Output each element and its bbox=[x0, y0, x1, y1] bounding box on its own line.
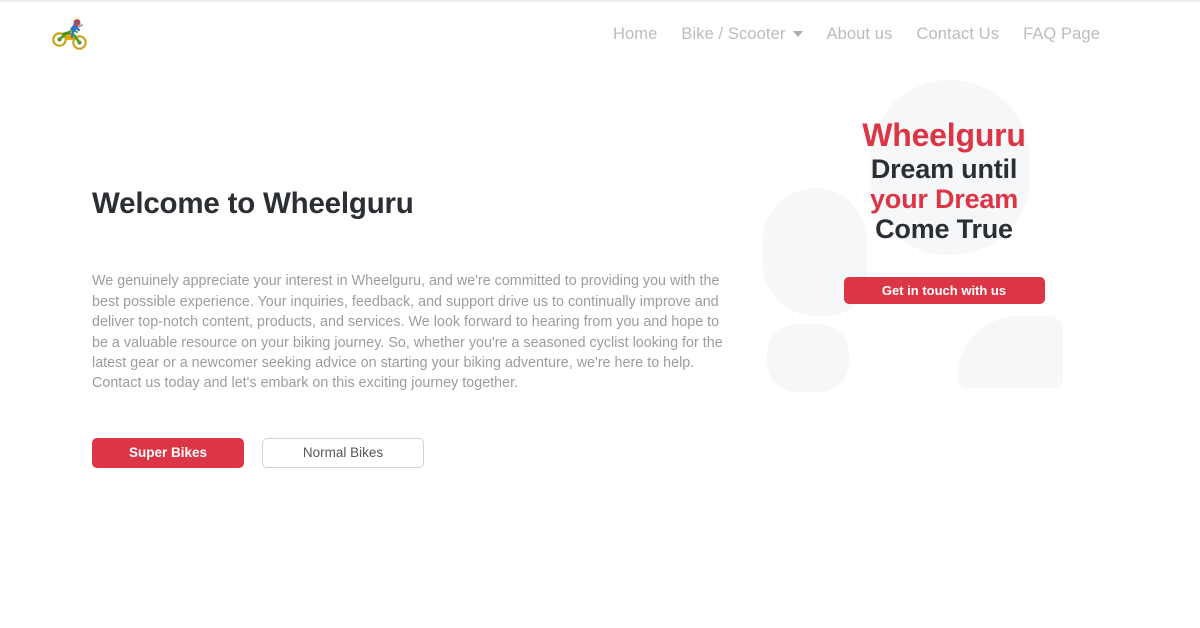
motorbike-rider-icon bbox=[50, 14, 90, 54]
nav-item-contact-us[interactable]: Contact Us bbox=[904, 21, 1011, 48]
hero-section: Welcome to Wheelguru We genuinely apprec… bbox=[0, 66, 1200, 468]
nav-item-about-us-label: About us bbox=[826, 24, 893, 43]
page-title: Welcome to Wheelguru bbox=[92, 187, 414, 220]
site-header: Home Bike / Scooter About us Contact Us … bbox=[0, 2, 1200, 66]
hero-banner: Wheelguru Dream until your Dream Come Tr… bbox=[760, 66, 1200, 466]
banner-line-four: Come True bbox=[875, 214, 1013, 245]
chevron-down-icon bbox=[792, 31, 803, 37]
nav-item-home[interactable]: Home bbox=[601, 21, 669, 48]
brand-logo-link[interactable] bbox=[50, 14, 90, 54]
nav-item-about-us[interactable]: About us bbox=[815, 21, 905, 48]
nav-item-bike-scooter[interactable]: Bike / Scooter bbox=[669, 21, 814, 48]
get-in-touch-button[interactable]: Get in touch with us bbox=[843, 276, 1045, 304]
page-root: Home Bike / Scooter About us Contact Us … bbox=[0, 0, 1200, 628]
nav-item-home-label: Home bbox=[612, 24, 658, 43]
hero-left-column: Welcome to Wheelguru We genuinely apprec… bbox=[0, 66, 760, 468]
banner-cta-wrapper: Get in touch with us bbox=[810, 276, 1078, 304]
banner-headline: Wheelguru Dream until your Dream Come Tr… bbox=[810, 117, 1078, 245]
main-nav: Home Bike / Scooter About us Contact Us … bbox=[601, 21, 1112, 48]
banner-brand-line: Wheelguru bbox=[862, 117, 1026, 153]
nav-item-bike-scooter-label: Bike / Scooter bbox=[681, 24, 786, 43]
nav-item-contact-us-label: Contact Us bbox=[916, 24, 1000, 43]
decorative-blob-bottom-left bbox=[767, 324, 849, 392]
banner-line-three: your Dream bbox=[869, 184, 1019, 215]
super-bikes-button[interactable]: Super Bikes bbox=[92, 437, 244, 468]
hero-paragraph: We genuinely appreciate your interest in… bbox=[92, 273, 723, 392]
hero-button-group: Super Bikes Normal Bikes bbox=[92, 437, 760, 468]
nav-item-faq-page-label: FAQ Page bbox=[1023, 24, 1100, 43]
banner-line-two: Dream until bbox=[870, 153, 1018, 184]
decorative-blob-bottom-right bbox=[958, 316, 1063, 388]
nav-item-faq-page[interactable]: FAQ Page bbox=[1011, 21, 1112, 48]
normal-bikes-button[interactable]: Normal Bikes bbox=[262, 437, 424, 468]
